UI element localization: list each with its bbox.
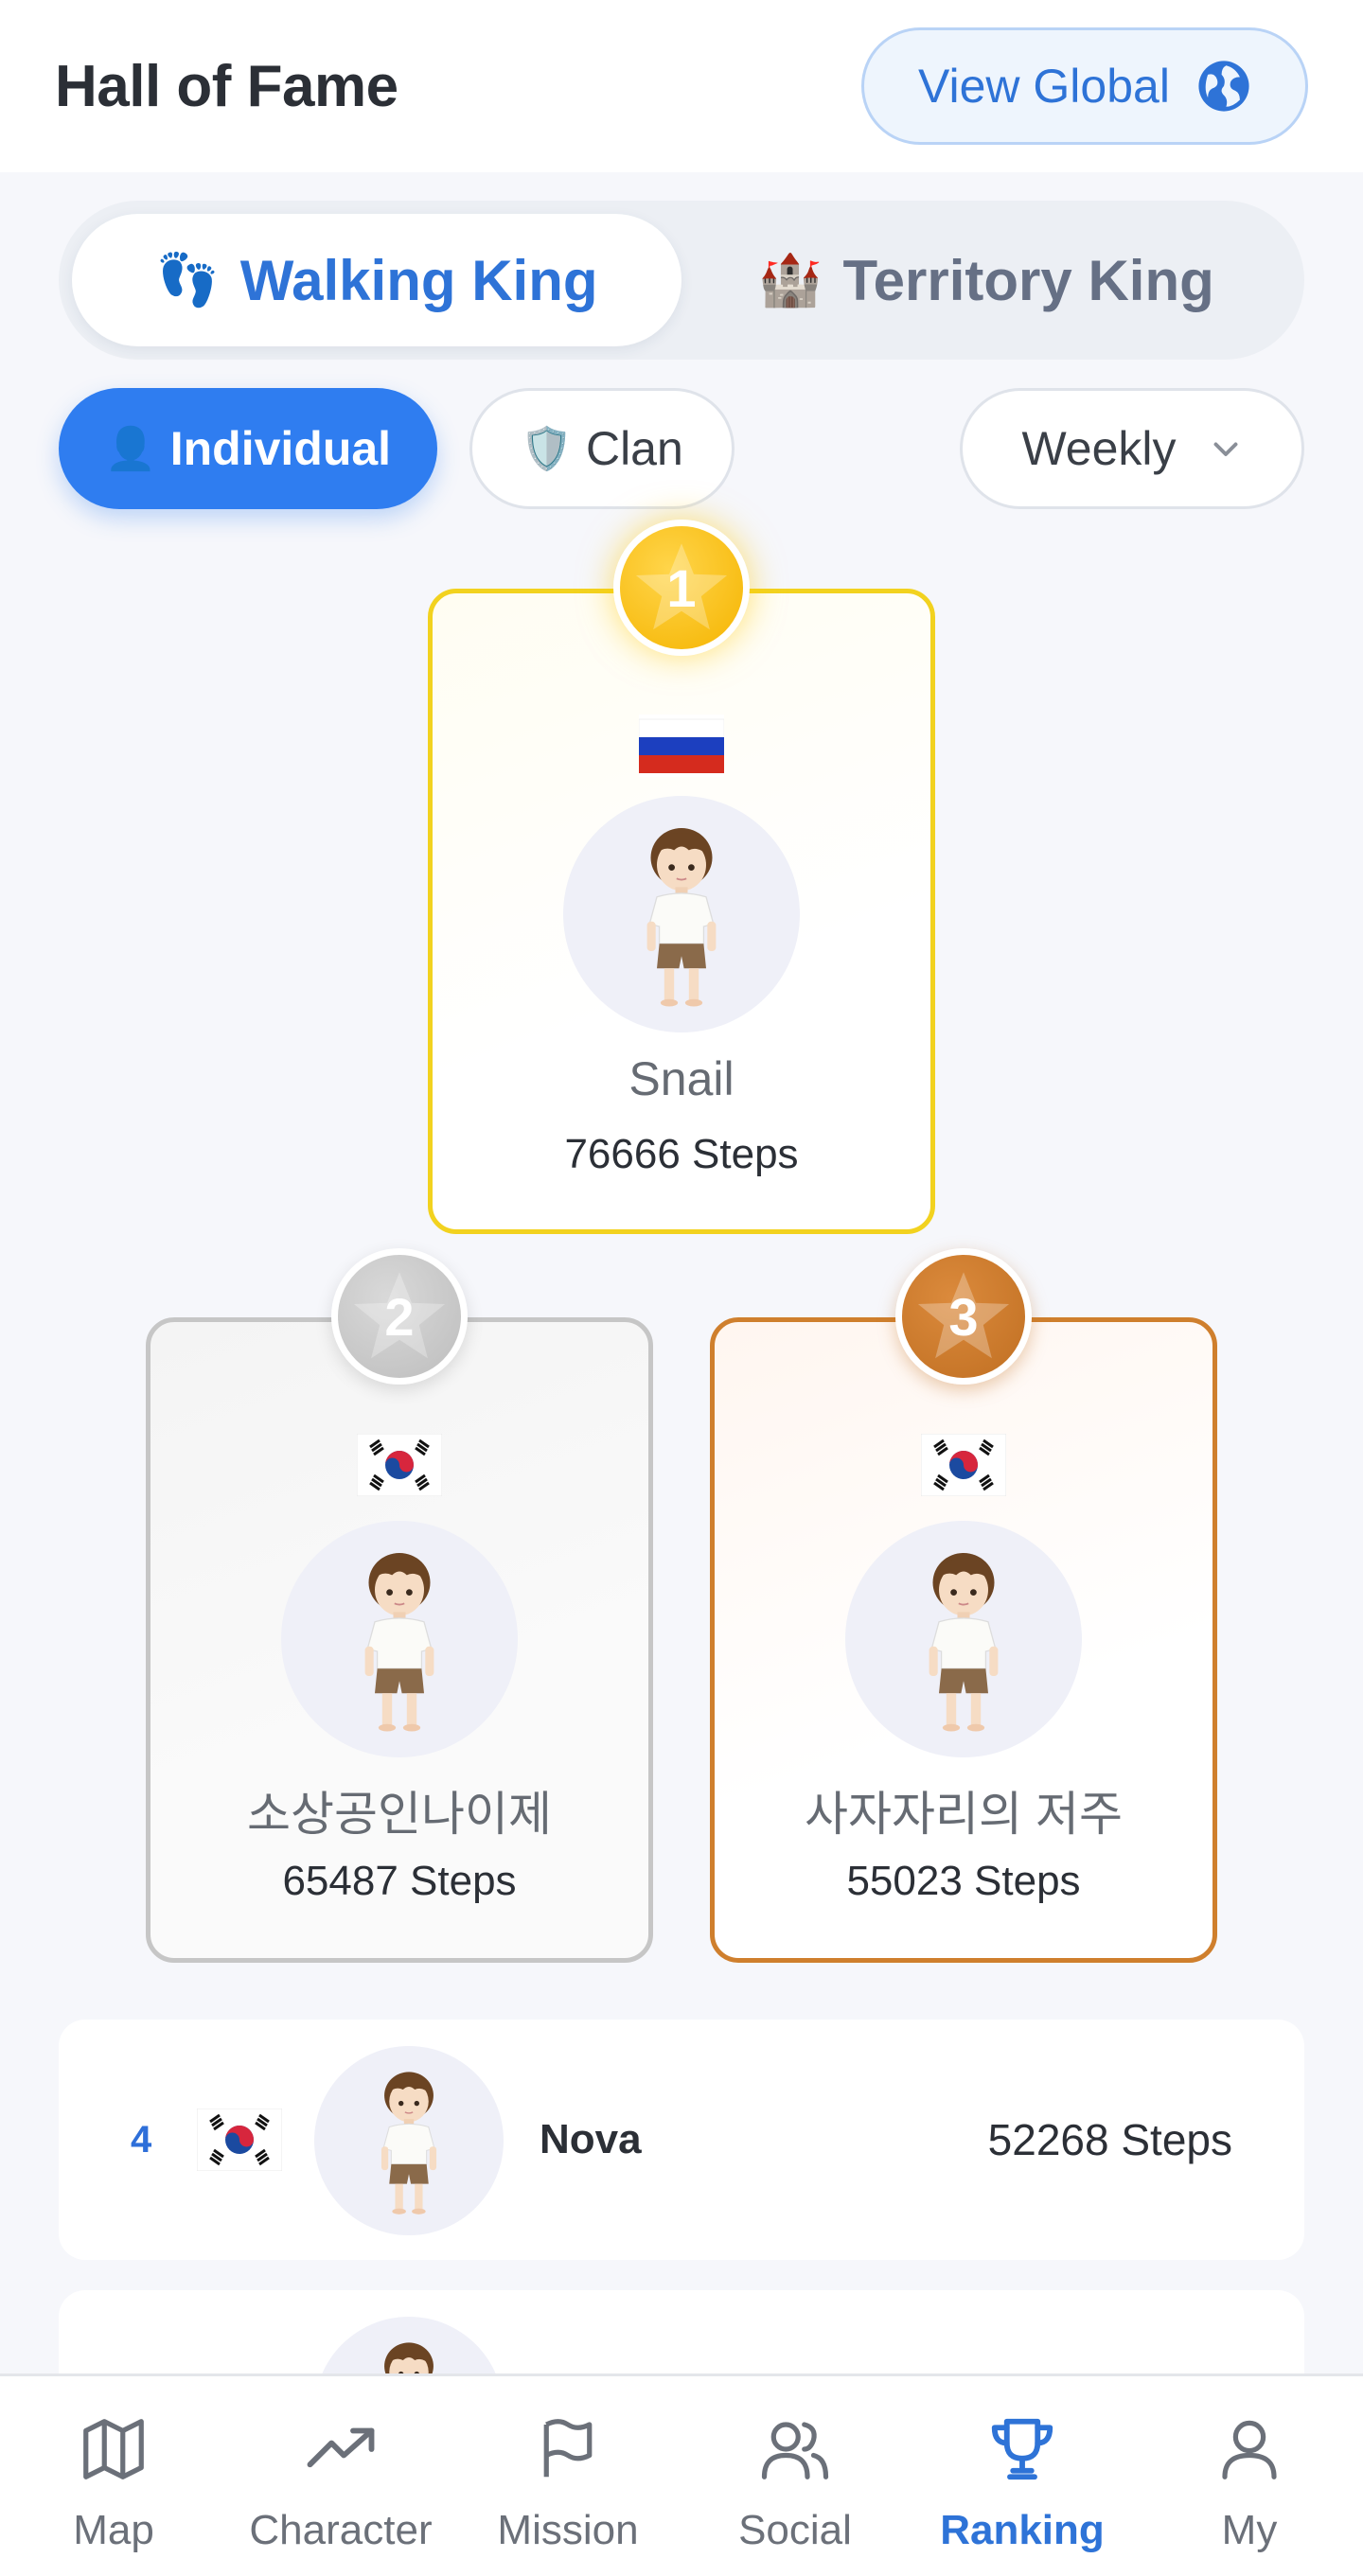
- bottom-navigation: Map Character Mission Social Ranking My: [0, 2373, 1363, 2576]
- podium-card-second[interactable]: 2 소상공인나이제 65487 Steps: [146, 1248, 653, 1963]
- nav-label: Map: [73, 2507, 154, 2553]
- clan-toggle[interactable]: 🛡️ Clan: [469, 388, 735, 509]
- tab-walking-king-label: Walking King: [239, 248, 598, 312]
- tab-territory-king-label: Territory King: [842, 248, 1214, 312]
- flag-icon: [543, 2419, 593, 2478]
- tab-territory-king[interactable]: 🏰 Territory King: [682, 214, 1291, 346]
- south-korea-flag-icon: [921, 1434, 1006, 1496]
- globe-icon: [1198, 61, 1249, 112]
- period-label: Weekly: [1021, 422, 1177, 475]
- ranking-list-item[interactable]: 4 Nova 52268 Steps: [59, 2020, 1304, 2260]
- page-title: Hall of Fame: [55, 53, 398, 119]
- podium-steps: 65487 Steps: [282, 1858, 517, 1904]
- users-icon: [761, 2422, 829, 2479]
- chevron-down-icon: [1213, 442, 1237, 456]
- avatar: [563, 796, 800, 1032]
- character-avatar-icon: [902, 1541, 1025, 1738]
- list-rank: 4: [131, 2118, 152, 2161]
- silver-medal-badge: 2: [331, 1248, 468, 1385]
- category-tabs: 👣 Walking King 🏰 Territory King: [59, 201, 1304, 360]
- nav-label: Character: [249, 2507, 433, 2553]
- south-korea-flag-icon: [357, 1434, 442, 1496]
- podium-name: Snail: [628, 1052, 735, 1105]
- nav-item-character[interactable]: Character: [227, 2376, 454, 2576]
- nav-label: Social: [738, 2507, 852, 2553]
- nav-label: Mission: [497, 2507, 639, 2553]
- nav-item-ranking[interactable]: Ranking: [909, 2376, 1136, 2576]
- shield-icon: 🛡️: [521, 426, 573, 472]
- footprints-icon: 👣: [155, 251, 220, 309]
- podium-card-third[interactable]: 3 사자자리의 저주 55023 Steps: [710, 1248, 1217, 1963]
- podium-steps: 55023 Steps: [846, 1858, 1081, 1904]
- clan-label: Clan: [585, 422, 683, 475]
- individual-toggle[interactable]: 👤 Individual: [59, 388, 437, 509]
- character-avatar-icon: [360, 2062, 458, 2219]
- trending-up-icon: [307, 2427, 375, 2468]
- nav-label: My: [1221, 2507, 1278, 2553]
- view-global-label: View Global: [918, 60, 1170, 113]
- nav-label: Ranking: [940, 2507, 1105, 2553]
- podium-card-first[interactable]: 1 Snail 76666 Steps: [428, 520, 935, 1234]
- castle-icon: 🏰: [758, 251, 823, 309]
- nav-item-my[interactable]: My: [1136, 2376, 1363, 2576]
- tab-walking-king[interactable]: 👣 Walking King: [72, 214, 682, 346]
- user-icon: [1222, 2420, 1277, 2479]
- character-avatar-icon: [620, 816, 743, 1013]
- ranking-filters: 👤 Individual 🛡️ Clan Weekly: [59, 388, 1304, 509]
- podium-rank: 1: [666, 557, 697, 618]
- map-icon: [83, 2419, 144, 2479]
- list-steps: 52268 Steps: [987, 2115, 1232, 2164]
- podium-rank: 3: [948, 1286, 979, 1347]
- period-dropdown[interactable]: Weekly: [960, 388, 1304, 509]
- avatar: [845, 1521, 1082, 1757]
- avatar: [281, 1521, 518, 1757]
- view-global-button[interactable]: View Global: [861, 27, 1308, 145]
- nav-item-mission[interactable]: Mission: [454, 2376, 682, 2576]
- gold-medal-badge: 1: [613, 520, 750, 656]
- nav-item-social[interactable]: Social: [682, 2376, 909, 2576]
- podium-rank: 2: [384, 1286, 415, 1347]
- list-name: Nova: [540, 2116, 642, 2162]
- russia-flag-icon: [639, 715, 724, 777]
- trophy-icon: [991, 2418, 1053, 2480]
- podium-name: 사자자리의 저주: [805, 1788, 1123, 1841]
- nav-item-map[interactable]: Map: [0, 2376, 227, 2576]
- podium-name: 소상공인나이제: [247, 1788, 552, 1841]
- character-avatar-icon: [338, 1541, 461, 1738]
- app-header: Hall of Fame View Global: [0, 0, 1363, 172]
- podium-steps: 76666 Steps: [564, 1131, 799, 1177]
- bronze-medal-badge: 3: [895, 1248, 1032, 1385]
- south-korea-flag-icon: [197, 2108, 282, 2171]
- avatar: [314, 2046, 504, 2235]
- individual-label: Individual: [169, 422, 392, 475]
- person-icon: 👤: [104, 426, 157, 472]
